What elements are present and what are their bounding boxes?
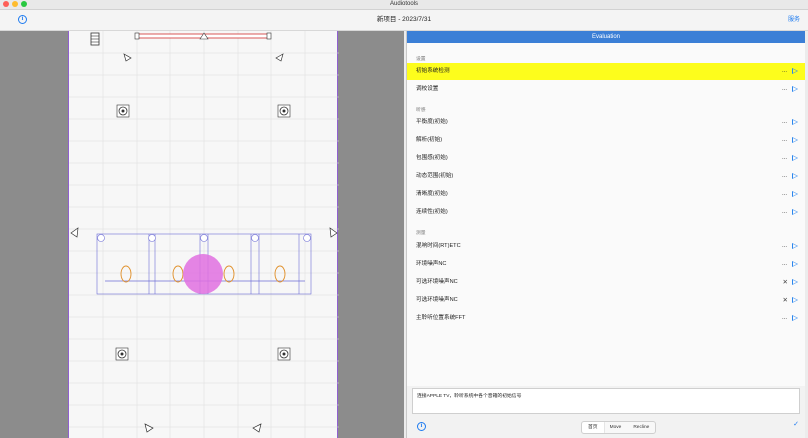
list-item[interactable]: 平衡度(初始) ... (407, 114, 805, 131)
close-icon[interactable]: ✕ (783, 274, 788, 291)
more-icon[interactable]: ... (782, 256, 787, 273)
play-icon[interactable] (792, 314, 798, 321)
segmented-control: 首页 Move Recline (581, 421, 657, 434)
list-item[interactable]: 环境噪声NC ... (407, 256, 805, 273)
checkmark-icon[interactable]: ✓ (793, 420, 799, 428)
room-plan (69, 31, 339, 438)
seat-1-icon[interactable] (120, 265, 132, 283)
play-icon[interactable] (792, 242, 798, 249)
more-icon[interactable]: ... (782, 204, 787, 221)
more-icon[interactable]: ... (782, 168, 787, 185)
more-icon[interactable]: ... (782, 238, 787, 255)
save-button[interactable]: 服务 (788, 10, 800, 30)
list-item[interactable]: 可选环境噪声NC ✕ (407, 274, 805, 291)
panel-footer: i 首页 Move Recline ✓ (407, 416, 805, 438)
play-icon[interactable] (792, 154, 798, 161)
play-icon[interactable] (792, 296, 798, 303)
list-item[interactable]: 清晰度(初始) ... (407, 186, 805, 203)
list-item[interactable]: 调校设置 ... (407, 81, 805, 98)
toolbar: i 新项目 - 2023/7/31 服务 (0, 10, 808, 31)
seat-4-icon[interactable] (223, 265, 235, 283)
equipment-rack-icon[interactable] (90, 32, 100, 46)
segment-recline[interactable]: Recline (627, 422, 655, 433)
seat-2-icon[interactable] (172, 265, 184, 283)
more-icon[interactable]: ... (782, 63, 787, 80)
play-icon[interactable] (792, 190, 798, 197)
more-icon[interactable]: ... (782, 114, 787, 131)
speaker-front-left-icon[interactable] (123, 53, 132, 62)
list-item[interactable]: 包围感(初始) ... (407, 150, 805, 167)
segment-move[interactable]: Move (604, 422, 628, 433)
list-item[interactable]: 主聆听位置系统FFT ... (407, 310, 805, 327)
list-item[interactable]: 初始系统检测 ... (407, 63, 805, 80)
list-item[interactable]: 动态范围(初始) ... (407, 168, 805, 185)
section-label-setup: 设置 (416, 57, 426, 62)
play-icon[interactable] (792, 278, 798, 285)
speaker-side-left-icon[interactable] (70, 227, 79, 238)
seat-5-icon[interactable] (274, 265, 286, 283)
speaker-rear-left-icon[interactable] (144, 423, 154, 433)
section-label-listening: 听感 (416, 108, 426, 113)
notes-field[interactable]: 连接APPLE TV，聆听系统中各个音箱的初始信号 (412, 388, 800, 414)
document-title: 新项目 - 2023/7/31 (376, 16, 432, 23)
more-icon[interactable]: ... (782, 310, 787, 327)
more-icon[interactable]: ... (782, 132, 787, 149)
evaluation-list: 设置 初始系统检测 ... 调校设置 ... 听感 平衡度(初始) ... 解析… (407, 43, 805, 386)
play-icon[interactable] (792, 260, 798, 267)
ceiling-speaker-rear-right-icon[interactable] (277, 347, 291, 361)
info-icon[interactable]: i (417, 422, 426, 431)
list-item[interactable]: 连续性(初始) ... (407, 204, 805, 221)
app-title: Audiotools (389, 1, 419, 7)
panel-header: Evaluation (407, 31, 805, 43)
room-canvas[interactable] (68, 31, 339, 438)
speaker-side-right-icon[interactable] (329, 227, 338, 238)
ceiling-speaker-rear-left-icon[interactable] (115, 347, 129, 361)
more-icon[interactable]: ... (782, 186, 787, 203)
speaker-front-right-icon[interactable] (275, 53, 284, 62)
speaker-rear-right-icon[interactable] (252, 423, 262, 433)
list-item[interactable]: 混响时间(RT)ETC ... (407, 238, 805, 255)
more-icon[interactable]: ... (782, 81, 787, 98)
main-listening-position[interactable] (183, 254, 223, 294)
list-item[interactable]: 解析(初始) ... (407, 132, 805, 149)
play-icon[interactable] (792, 85, 798, 92)
evaluation-panel: Evaluation 设置 初始系统检测 ... 调校设置 ... 听感 平衡度… (406, 31, 805, 438)
play-icon[interactable] (792, 67, 798, 74)
play-icon[interactable] (792, 136, 798, 143)
play-icon[interactable] (792, 208, 798, 215)
section-label-measurement: 测量 (416, 231, 426, 236)
more-icon[interactable]: ... (782, 150, 787, 167)
play-icon[interactable] (792, 172, 798, 179)
screen-bar[interactable] (134, 32, 272, 40)
list-item[interactable]: 可选环境噪声NC ✕ (407, 292, 805, 309)
ceiling-speaker-front-left-icon[interactable] (116, 104, 130, 118)
close-icon[interactable]: ✕ (783, 292, 788, 309)
window-titlebar: Audiotools (0, 0, 808, 10)
play-icon[interactable] (792, 118, 798, 125)
ceiling-speaker-front-right-icon[interactable] (277, 104, 291, 118)
segment-home[interactable]: 首页 (582, 422, 604, 433)
